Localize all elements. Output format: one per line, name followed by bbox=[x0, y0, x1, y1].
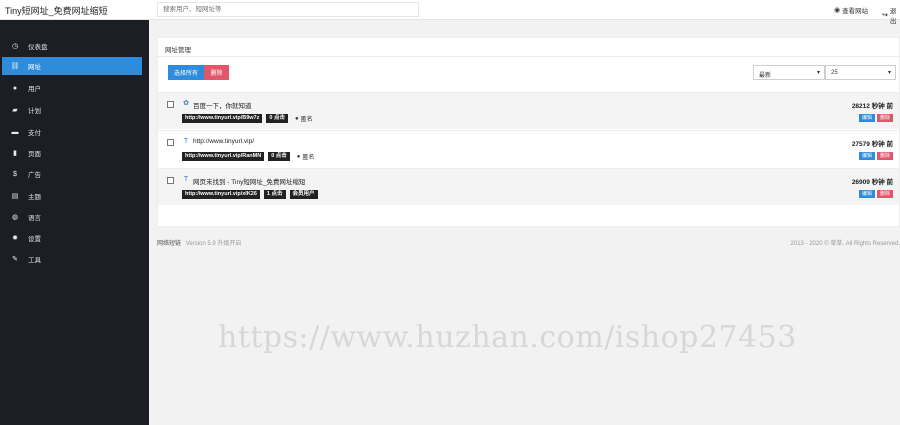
logout-link[interactable]: ↪ 退出 bbox=[882, 5, 900, 25]
sidebar-item-label: 计划 bbox=[28, 108, 41, 115]
author: ● 匿名 bbox=[296, 152, 315, 162]
edit-button[interactable]: 编辑 bbox=[858, 190, 875, 198]
sidebar-item-label: 设置 bbox=[28, 236, 41, 243]
url-tags: http://www.tinyurl.vip/RanMN 0 点击 ● 匿名 bbox=[182, 152, 314, 161]
url-time: 28212 秒钟 前 bbox=[851, 103, 893, 110]
row-actions: 编辑 删除 bbox=[858, 152, 893, 160]
author-name: 匿名 bbox=[302, 155, 315, 161]
url-tags: http://www.tinyurl.vip/B9w7z 0 点击 ● 匿名 bbox=[182, 114, 313, 123]
footer-brand-link[interactable]: 网络短链 bbox=[157, 241, 181, 247]
page-icon: ▮ bbox=[13, 150, 17, 157]
per-page-select-value: 25 bbox=[831, 70, 838, 76]
url-title[interactable]: http://www.tinyurl.vip/ bbox=[193, 138, 254, 145]
sidebar-item-languages[interactable]: ◍ 语言 bbox=[2, 208, 142, 226]
url-row: T http://www.tinyurl.vip/ http://www.tin… bbox=[158, 130, 899, 167]
user-icon: ● bbox=[294, 115, 299, 122]
url-time: 27579 秒钟 前 bbox=[851, 141, 893, 148]
dashboard-icon: ◷ bbox=[11, 43, 19, 50]
row-checkbox[interactable] bbox=[167, 101, 174, 108]
sidebar-item-label: 广告 bbox=[28, 172, 41, 179]
view-site-link[interactable]: ◉ 查看网站 bbox=[834, 5, 868, 15]
sidebar-item-label: 网址 bbox=[28, 64, 41, 71]
sidebar-item-label: 工具 bbox=[28, 257, 41, 264]
site-title[interactable]: Tiny短网址_免费网址缩短 bbox=[5, 4, 108, 17]
chevron-down-icon: ▾ bbox=[816, 70, 820, 76]
logout-icon: ↪ bbox=[882, 12, 888, 19]
url-row: ✿ 百度一下，你就知道 http://www.tinyurl.vip/B9w7z… bbox=[158, 92, 899, 129]
url-management-panel: 网址管理 选择所有 删除 最新 ▾ 25 ▾ ✿ 百度一下，你就知道 http:… bbox=[157, 37, 900, 227]
link-icon: ⛓ bbox=[10, 63, 20, 70]
url-tags: http://www.tinyurl.vip/xIK26 1 点击 会员用户 bbox=[182, 190, 318, 199]
sidebar-item-urls[interactable]: ⛓ 网址 bbox=[2, 57, 142, 75]
divider bbox=[158, 56, 900, 57]
sidebar-item-label: 页面 bbox=[28, 151, 41, 158]
sidebar-item-ads[interactable]: $ 广告 bbox=[2, 165, 142, 183]
delete-selected-button[interactable]: 删除 bbox=[204, 65, 229, 80]
sidebar-item-pages[interactable]: ▮ 页面 bbox=[2, 144, 142, 162]
sort-select-value: 最新 bbox=[759, 73, 772, 79]
tiny-icon: T bbox=[183, 138, 189, 145]
footer-copyright: 2013 - 2020 © 草草. All Rights Reserved. bbox=[790, 241, 900, 247]
edit-button[interactable]: 编辑 bbox=[858, 152, 875, 160]
footer-left: 网络短链 Version 5.9 升级开启 bbox=[157, 238, 241, 247]
delete-button[interactable]: 删除 bbox=[876, 114, 893, 122]
short-url-badge[interactable]: http://www.tinyurl.vip/B9w7z bbox=[182, 114, 263, 123]
url-title[interactable]: 网页未找到 - Tiny短网址_免费网址缩短 bbox=[193, 176, 305, 186]
member-badge: 会员用户 bbox=[289, 190, 318, 199]
logout-label: 退出 bbox=[889, 8, 897, 25]
row-checkbox[interactable] bbox=[167, 139, 174, 146]
clicks-badge: 1 点击 bbox=[263, 190, 286, 199]
row-actions: 编辑 删除 bbox=[858, 114, 893, 122]
panel-title: 网址管理 bbox=[165, 47, 191, 54]
top-bar: Tiny短网址_免费网址缩短 ◉ 查看网站 ↪ 退出 bbox=[0, 0, 900, 25]
sidebar-item-users[interactable]: ● 用户 bbox=[2, 79, 142, 97]
sidebar-item-label: 仪表盘 bbox=[28, 44, 48, 51]
user-icon: ● bbox=[296, 153, 301, 160]
plan-icon: ▰ bbox=[12, 107, 18, 114]
clicks-badge: 0 点击 bbox=[266, 114, 288, 123]
tiny-icon: T bbox=[183, 176, 189, 183]
author-name: 匿名 bbox=[300, 117, 313, 123]
payment-icon: ▬ bbox=[11, 128, 19, 136]
sidebar-item-tools[interactable]: ✎ 工具 bbox=[2, 250, 142, 268]
view-site-label: 查看网站 bbox=[842, 8, 869, 15]
theme-icon: ▤ bbox=[11, 193, 19, 200]
dollar-icon: $ bbox=[13, 170, 17, 178]
settings-icon: ✹ bbox=[12, 235, 18, 242]
sidebar-item-label: 支付 bbox=[28, 130, 41, 137]
url-time: 26909 秒钟 前 bbox=[851, 179, 893, 186]
select-all-button[interactable]: 选择所有 bbox=[168, 65, 204, 80]
url-row: T 网页未找到 - Tiny短网址_免费网址缩短 http://www.tiny… bbox=[158, 168, 899, 205]
sidebar-item-settings[interactable]: ✹ 设置 bbox=[2, 229, 142, 247]
tools-icon: ✎ bbox=[12, 256, 18, 263]
sidebar-item-label: 语言 bbox=[28, 215, 41, 222]
sort-select[interactable]: 最新 ▾ bbox=[753, 65, 825, 80]
footer-version: Version 5.9 升级开启 bbox=[185, 241, 242, 247]
short-url-badge[interactable]: http://www.tinyurl.vip/RanMN bbox=[182, 152, 265, 161]
search-input[interactable] bbox=[157, 2, 419, 17]
row-checkbox[interactable] bbox=[167, 177, 174, 184]
edit-button[interactable]: 编辑 bbox=[858, 114, 875, 122]
delete-button[interactable]: 删除 bbox=[876, 152, 893, 160]
sidebar-item-themes[interactable]: ▤ 主题 bbox=[2, 187, 142, 205]
watermark: https://www.huzhan.com/ishop27453 bbox=[218, 320, 797, 355]
row-actions: 编辑 删除 bbox=[858, 190, 893, 198]
sidebar-item-label: 主题 bbox=[28, 194, 41, 201]
globe-icon: ◉ bbox=[834, 7, 841, 14]
sidebar: ◷ 仪表盘 ⛓ 网址 ● 用户 ▰ 计划 ▬ 支付 ▮ 页面 $ 广告 ▤ 主题… bbox=[0, 20, 149, 425]
user-icon: ● bbox=[12, 84, 18, 92]
sidebar-item-label: 用户 bbox=[28, 86, 41, 93]
language-icon: ◍ bbox=[11, 214, 19, 221]
baidu-icon: ✿ bbox=[183, 100, 189, 107]
per-page-select[interactable]: 25 ▾ bbox=[825, 65, 896, 80]
author: ● 匿名 bbox=[294, 114, 313, 124]
chevron-down-icon: ▾ bbox=[887, 70, 891, 76]
clicks-badge: 0 点击 bbox=[268, 152, 290, 161]
short-url-badge[interactable]: http://www.tinyurl.vip/xIK26 bbox=[182, 190, 260, 199]
sidebar-item-payments[interactable]: ▬ 支付 bbox=[2, 123, 142, 141]
url-title[interactable]: 百度一下，你就知道 bbox=[193, 100, 252, 110]
sidebar-item-plans[interactable]: ▰ 计划 bbox=[2, 101, 142, 119]
delete-button[interactable]: 删除 bbox=[876, 190, 893, 198]
sidebar-item-dashboard[interactable]: ◷ 仪表盘 bbox=[2, 37, 142, 55]
